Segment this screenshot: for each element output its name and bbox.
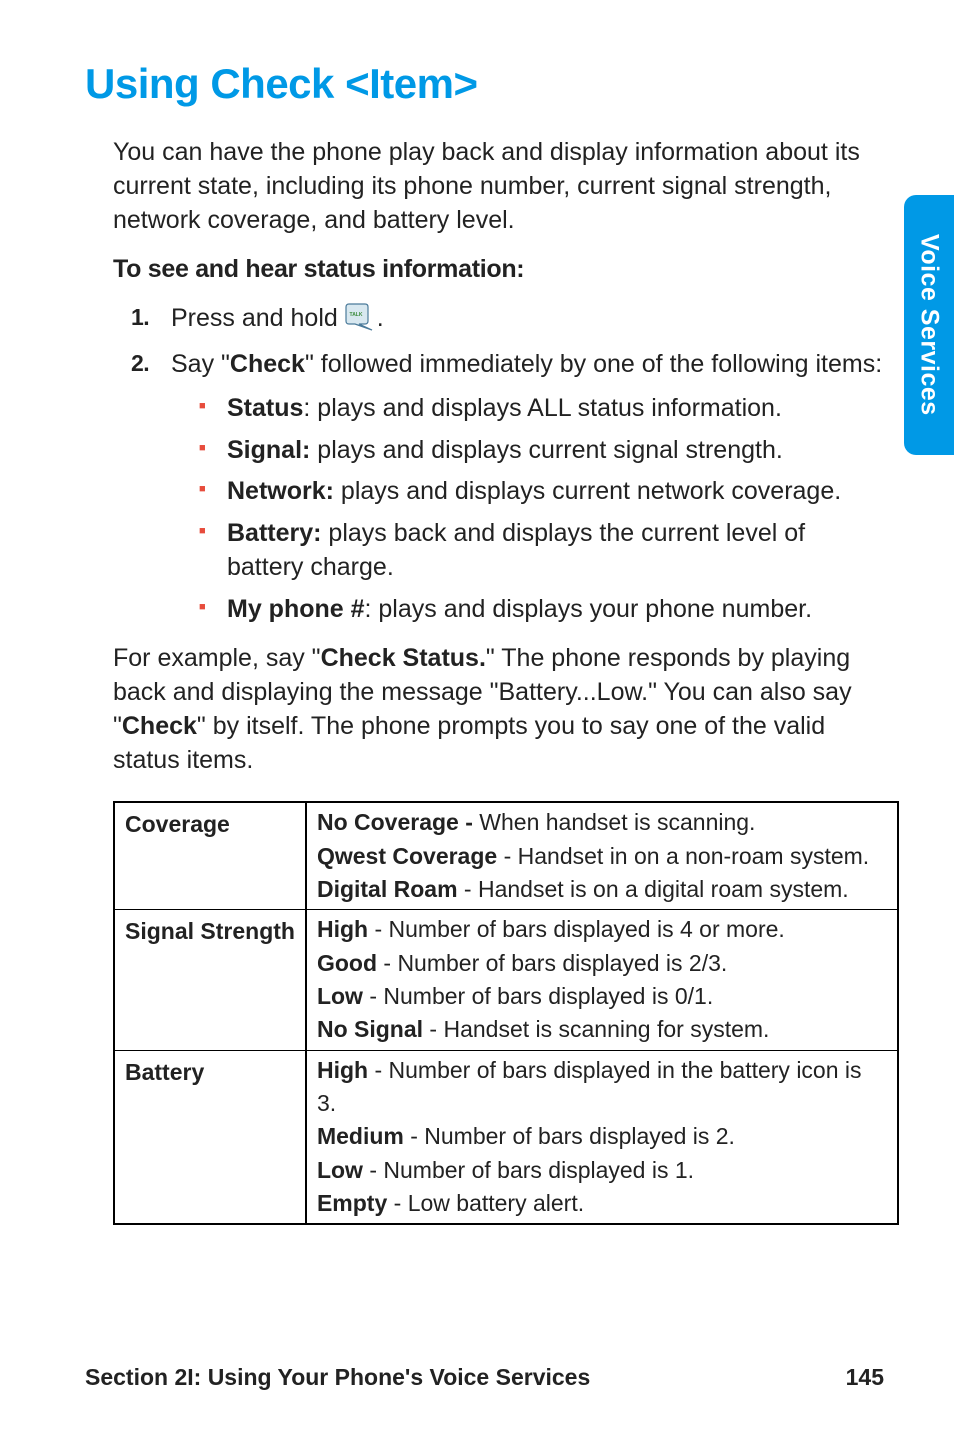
cell-bold: Qwest Coverage [317,843,497,869]
cell-text: - Number of bars displayed is 1. [363,1157,694,1183]
bullet-label: Status [227,394,303,422]
cell-text: - Number of bars displayed is 2/3. [377,950,727,976]
cell-text: - Number of bars displayed is 0/1. [363,983,713,1009]
bullet-status: Status: plays and displays ALL status in… [199,392,884,426]
cell-line: Low - Number of bars displayed is 1. [317,1154,887,1187]
cell-line: Medium - Number of bars displayed is 2. [317,1120,887,1153]
table-row: Coverage No Coverage - When handset is s… [114,802,898,910]
table-cell: High - Number of bars displayed in the b… [306,1050,898,1224]
example-text: For example, say " [113,644,321,672]
footer-page: 145 [846,1364,884,1391]
svg-text:TALK: TALK [349,312,362,318]
table-row: Signal Strength High - Number of bars di… [114,910,898,1050]
example-text: " by itself. The phone prompts you to sa… [113,712,825,774]
bullet-signal: Signal: plays and displays current signa… [199,434,884,468]
cell-line: Qwest Coverage - Handset in on a non-roa… [317,840,887,873]
example-paragraph: For example, say "Check Status." The pho… [113,642,884,777]
bullet-text: : plays and displays ALL status informat… [303,394,782,422]
footer: Section 2I: Using Your Phone's Voice Ser… [85,1364,884,1391]
cell-text: - Handset in on a non-roam system. [497,843,869,869]
cell-line: No Coverage - When handset is scanning. [317,806,887,839]
cell-text: - Number of bars displayed in the batter… [317,1057,862,1116]
cell-text: - Low battery alert. [387,1190,584,1216]
table-row: Battery High - Number of bars displayed … [114,1050,898,1224]
example-bold: Check [122,712,197,740]
cell-line: High - Number of bars displayed in the b… [317,1054,887,1121]
cell-text: - Handset is scanning for system. [423,1016,769,1042]
cell-line: High - Number of bars displayed is 4 or … [317,913,887,946]
cell-bold: No Signal [317,1016,423,1042]
cell-bold: Medium [317,1123,404,1149]
cell-line: Low - Number of bars displayed is 0/1. [317,980,887,1013]
step-1-text-pre: Press and hold [171,304,345,332]
step-number: 2. [131,348,149,379]
status-table: Coverage No Coverage - When handset is s… [113,801,899,1225]
step-2-bold: Check [230,350,305,378]
cell-line: Good - Number of bars displayed is 2/3. [317,947,887,980]
step-2: 2. Say "Check" followed immediately by o… [131,348,884,626]
cell-line: Empty - Low battery alert. [317,1187,887,1220]
cell-bold: Digital Roam [317,876,458,902]
cell-bold: Good [317,950,377,976]
talk-key-icon: TALK [345,302,377,332]
side-tab: Voice Services [904,195,954,455]
bullet-label: Signal: [227,436,310,464]
table-cell: No Coverage - When handset is scanning. … [306,802,898,910]
step-1-text-post: . [377,304,384,332]
bullet-label: Network: [227,477,334,505]
bullet-label: My phone # [227,595,365,623]
cell-text: - Number of bars displayed is 2. [404,1123,735,1149]
cell-bold: Low [317,1157,363,1183]
table-label: Coverage [114,802,306,910]
intro-paragraph: You can have the phone play back and dis… [113,136,884,237]
cell-bold: Low [317,983,363,1009]
bullet-label: Battery: [227,519,321,547]
step-number: 1. [131,302,149,333]
step-2-text-post: " followed immediately by one of the fol… [305,350,882,378]
bullet-text: : plays and displays your phone number. [365,595,813,623]
page-heading: Using Check <Item> [85,60,884,108]
step-2-text-pre: Say " [171,350,230,378]
cell-line: Digital Roam - Handset is on a digital r… [317,873,887,906]
cell-bold: High [317,1057,368,1083]
cell-bold: Empty [317,1190,387,1216]
bullet-network: Network: plays and displays current netw… [199,475,884,509]
bullet-list: Status: plays and displays ALL status in… [199,392,884,627]
cell-text: - Handset is on a digital roam system. [458,876,849,902]
steps-list: 1. Press and hold TALK. 2. Say "Check" f… [131,302,884,626]
page: Voice Services Using Check <Item> You ca… [0,0,954,1431]
table-cell: High - Number of bars displayed is 4 or … [306,910,898,1050]
cell-text: - Number of bars displayed is 4 or more. [368,916,785,942]
cell-bold: High [317,916,368,942]
step-1: 1. Press and hold TALK. [131,302,884,336]
cell-text: When handset is scanning. [479,809,755,835]
subheading: To see and hear status information: [113,255,884,284]
bullet-text: plays and displays current network cover… [334,477,841,505]
cell-line: No Signal - Handset is scanning for syst… [317,1013,887,1046]
side-tab-label: Voice Services [915,234,944,416]
table-label: Battery [114,1050,306,1224]
bullet-myphone: My phone #: plays and displays your phon… [199,593,884,627]
cell-bold: No Coverage - [317,809,479,835]
bullet-text: plays and displays current signal streng… [310,436,782,464]
example-bold: Check Status. [321,644,486,672]
bullet-battery: Battery: plays back and displays the cur… [199,517,884,585]
footer-section: Section 2I: Using Your Phone's Voice Ser… [85,1364,590,1391]
table-label: Signal Strength [114,910,306,1050]
